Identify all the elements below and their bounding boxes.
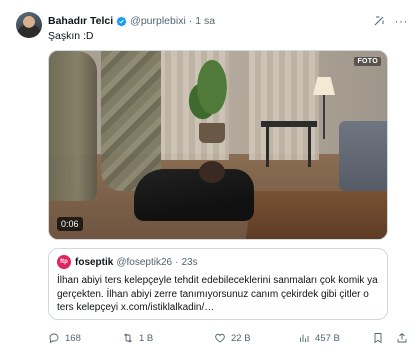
retweet-icon (124, 333, 132, 343)
tweet-header: Bahadır Telci @purplebixi · 1 sa ··· (48, 13, 408, 29)
more-options-icon[interactable]: ··· (395, 15, 409, 27)
video-scene-plant (189, 59, 235, 129)
video-scene-soldier (101, 51, 161, 191)
quoted-tweet-text: İlhan abiyi ters kelepçeyle tehdit edebi… (57, 275, 378, 313)
video-scene-pot (199, 123, 225, 143)
reply-icon (49, 333, 59, 344)
retweet-count: 1 B (139, 332, 154, 344)
video-scene-soldier (49, 51, 97, 201)
tweet-time[interactable]: 1 sa (195, 15, 215, 27)
avatar[interactable] (16, 12, 42, 38)
video-player[interactable]: FOTO 0:06 (48, 50, 388, 240)
heart-icon (215, 333, 225, 343)
action-bar-end (372, 332, 408, 344)
retweet-button[interactable]: 1 B (122, 332, 214, 344)
header-actions: ··· (373, 15, 409, 27)
video-scene-sofa (339, 121, 387, 191)
view-count: 457 B (315, 332, 340, 344)
tweet[interactable]: Bahadır Telci @purplebixi · 1 sa ··· Şaş… (0, 0, 420, 353)
video-scene-person-head (199, 161, 225, 183)
video-scene-coffee-table (245, 191, 387, 239)
reply-button[interactable]: 168 (48, 332, 122, 344)
quoted-separator-dot: · (175, 256, 179, 268)
author-handle[interactable]: @purplebixi (130, 15, 186, 27)
quoted-author-handle[interactable]: @foseptik26 (116, 257, 172, 268)
analytics-icon (300, 334, 309, 342)
grok-icon[interactable] (373, 15, 385, 27)
verified-badge-icon (116, 16, 127, 26)
reply-count: 168 (65, 332, 81, 344)
views-button[interactable]: 457 B (298, 332, 368, 344)
video-scene-table-leg (308, 127, 311, 167)
quoted-tweet-header: ftp foseptik @foseptik26 · 23s (57, 255, 379, 269)
quoted-avatar[interactable]: ftp (57, 255, 71, 269)
video-duration: 0:06 (57, 217, 83, 231)
video-scene-person (134, 169, 254, 221)
separator-dot: · (188, 15, 193, 27)
tweet-text: Şaşkın :D (48, 30, 94, 42)
video-watermark: FOTO (354, 57, 381, 66)
video-scene-table-leg (266, 127, 269, 167)
quoted-tweet-time[interactable]: 23s (181, 257, 197, 268)
quoted-author-name[interactable]: foseptik (75, 257, 113, 268)
quoted-tweet[interactable]: ftp foseptik @foseptik26 · 23s İlhan abi… (48, 248, 388, 320)
bookmark-icon[interactable] (372, 332, 384, 344)
like-button[interactable]: 22 B (214, 332, 298, 344)
video-scene-lamp-pole (323, 95, 325, 139)
author-name[interactable]: Bahadır Telci (48, 15, 113, 27)
action-bar: 168 1 B 22 B 457 B (48, 330, 408, 346)
share-icon[interactable] (396, 332, 408, 344)
like-count: 22 B (231, 332, 251, 344)
